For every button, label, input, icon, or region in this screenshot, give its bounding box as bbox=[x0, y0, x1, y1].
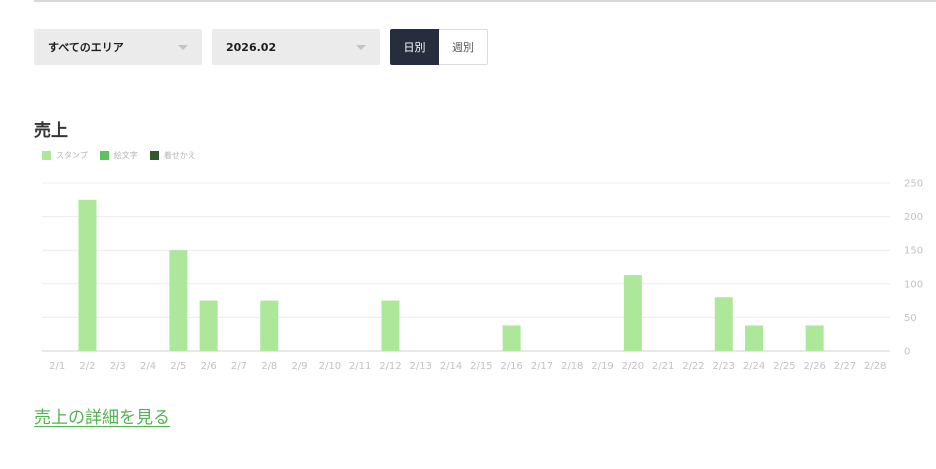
sales-bar-chart: 0 50 100 150 200 250 2/1 2/2 2/3 2/4 2/5 2/6 2/7 2/8 2… bbox=[42, 179, 923, 372]
x-tick-label: 2/3 bbox=[110, 361, 126, 372]
weekly-toggle-button[interactable]: 週別 bbox=[439, 29, 488, 65]
x-tick-label: 2/17 bbox=[531, 361, 553, 372]
x-tick-label: 2/12 bbox=[379, 361, 401, 372]
x-tick-label: 2/15 bbox=[470, 361, 492, 372]
legend-item-stamp[interactable]: スタンプ bbox=[42, 150, 88, 161]
month-select-value: 2026.02 bbox=[226, 40, 277, 54]
x-tick-label: 2/6 bbox=[201, 361, 217, 372]
x-tick-label: 2/21 bbox=[652, 361, 674, 372]
x-tick-label: 2/27 bbox=[834, 361, 856, 372]
x-tick-label: 2/7 bbox=[231, 361, 247, 372]
x-tick-label: 2/14 bbox=[440, 361, 462, 372]
legend-swatch bbox=[149, 150, 159, 160]
chevron-down-icon bbox=[178, 45, 188, 50]
x-tick-label: 2/23 bbox=[713, 361, 735, 372]
bar bbox=[745, 325, 764, 351]
y-tick-label: 250 bbox=[904, 179, 923, 190]
x-tick-label: 2/13 bbox=[410, 361, 432, 372]
top-divider bbox=[34, 0, 936, 2]
bar bbox=[260, 300, 279, 351]
bar bbox=[623, 275, 642, 351]
x-tick-label: 2/28 bbox=[864, 361, 886, 372]
area-select-value: すべてのエリア bbox=[48, 41, 124, 54]
bar bbox=[805, 325, 824, 351]
chevron-down-icon bbox=[356, 45, 366, 50]
bar bbox=[502, 325, 521, 351]
bar bbox=[199, 300, 218, 351]
x-tick-label: 2/18 bbox=[561, 361, 583, 372]
y-tick-label: 100 bbox=[904, 279, 923, 290]
x-tick-label: 2/22 bbox=[682, 361, 704, 372]
bar bbox=[169, 250, 188, 351]
legend-swatch bbox=[99, 150, 109, 160]
x-tick-label: 2/9 bbox=[292, 361, 308, 372]
legend-swatch bbox=[42, 150, 51, 160]
x-tick-label: 2/2 bbox=[79, 361, 95, 372]
bar bbox=[78, 199, 97, 351]
x-tick-label: 2/5 bbox=[170, 361, 186, 372]
bar bbox=[714, 297, 733, 351]
x-tick-label: 2/11 bbox=[349, 361, 371, 372]
x-tick-label: 2/25 bbox=[773, 361, 795, 372]
x-tick-label: 2/24 bbox=[743, 361, 765, 372]
legend-label: スタンプ bbox=[56, 150, 88, 160]
x-tick-label: 2/20 bbox=[622, 361, 644, 372]
y-tick-label: 150 bbox=[904, 246, 923, 257]
legend-label: 着せかえ bbox=[163, 150, 196, 160]
sales-detail-link[interactable]: 売上の詳細を見る bbox=[34, 403, 170, 428]
y-tick-label: 200 bbox=[904, 212, 923, 223]
sales-title: 売上 bbox=[34, 121, 68, 141]
daily-toggle-button[interactable]: 日別 bbox=[390, 29, 439, 65]
area-select[interactable]: すべてのエリア bbox=[34, 29, 202, 65]
chart-legend: スタンプ 絵文字 着せかえ bbox=[42, 149, 208, 161]
x-tick-label: 2/8 bbox=[261, 361, 277, 372]
x-tick-label: 2/1 bbox=[49, 361, 65, 372]
bar bbox=[381, 300, 400, 351]
legend-item-theme[interactable]: 着せかえ bbox=[149, 150, 196, 161]
y-tick-label: 50 bbox=[904, 313, 917, 324]
x-tick-label: 2/26 bbox=[803, 361, 825, 372]
y-tick-label: 0 bbox=[904, 347, 910, 358]
x-tick-label: 2/16 bbox=[500, 361, 522, 372]
month-select[interactable]: 2026.02 bbox=[212, 29, 380, 65]
x-tick-label: 2/10 bbox=[319, 361, 341, 372]
legend-item-emoji[interactable]: 絵文字 bbox=[99, 150, 138, 161]
legend-label: 絵文字 bbox=[113, 150, 138, 160]
x-tick-label: 2/19 bbox=[591, 361, 613, 372]
x-tick-label: 2/4 bbox=[140, 361, 156, 372]
